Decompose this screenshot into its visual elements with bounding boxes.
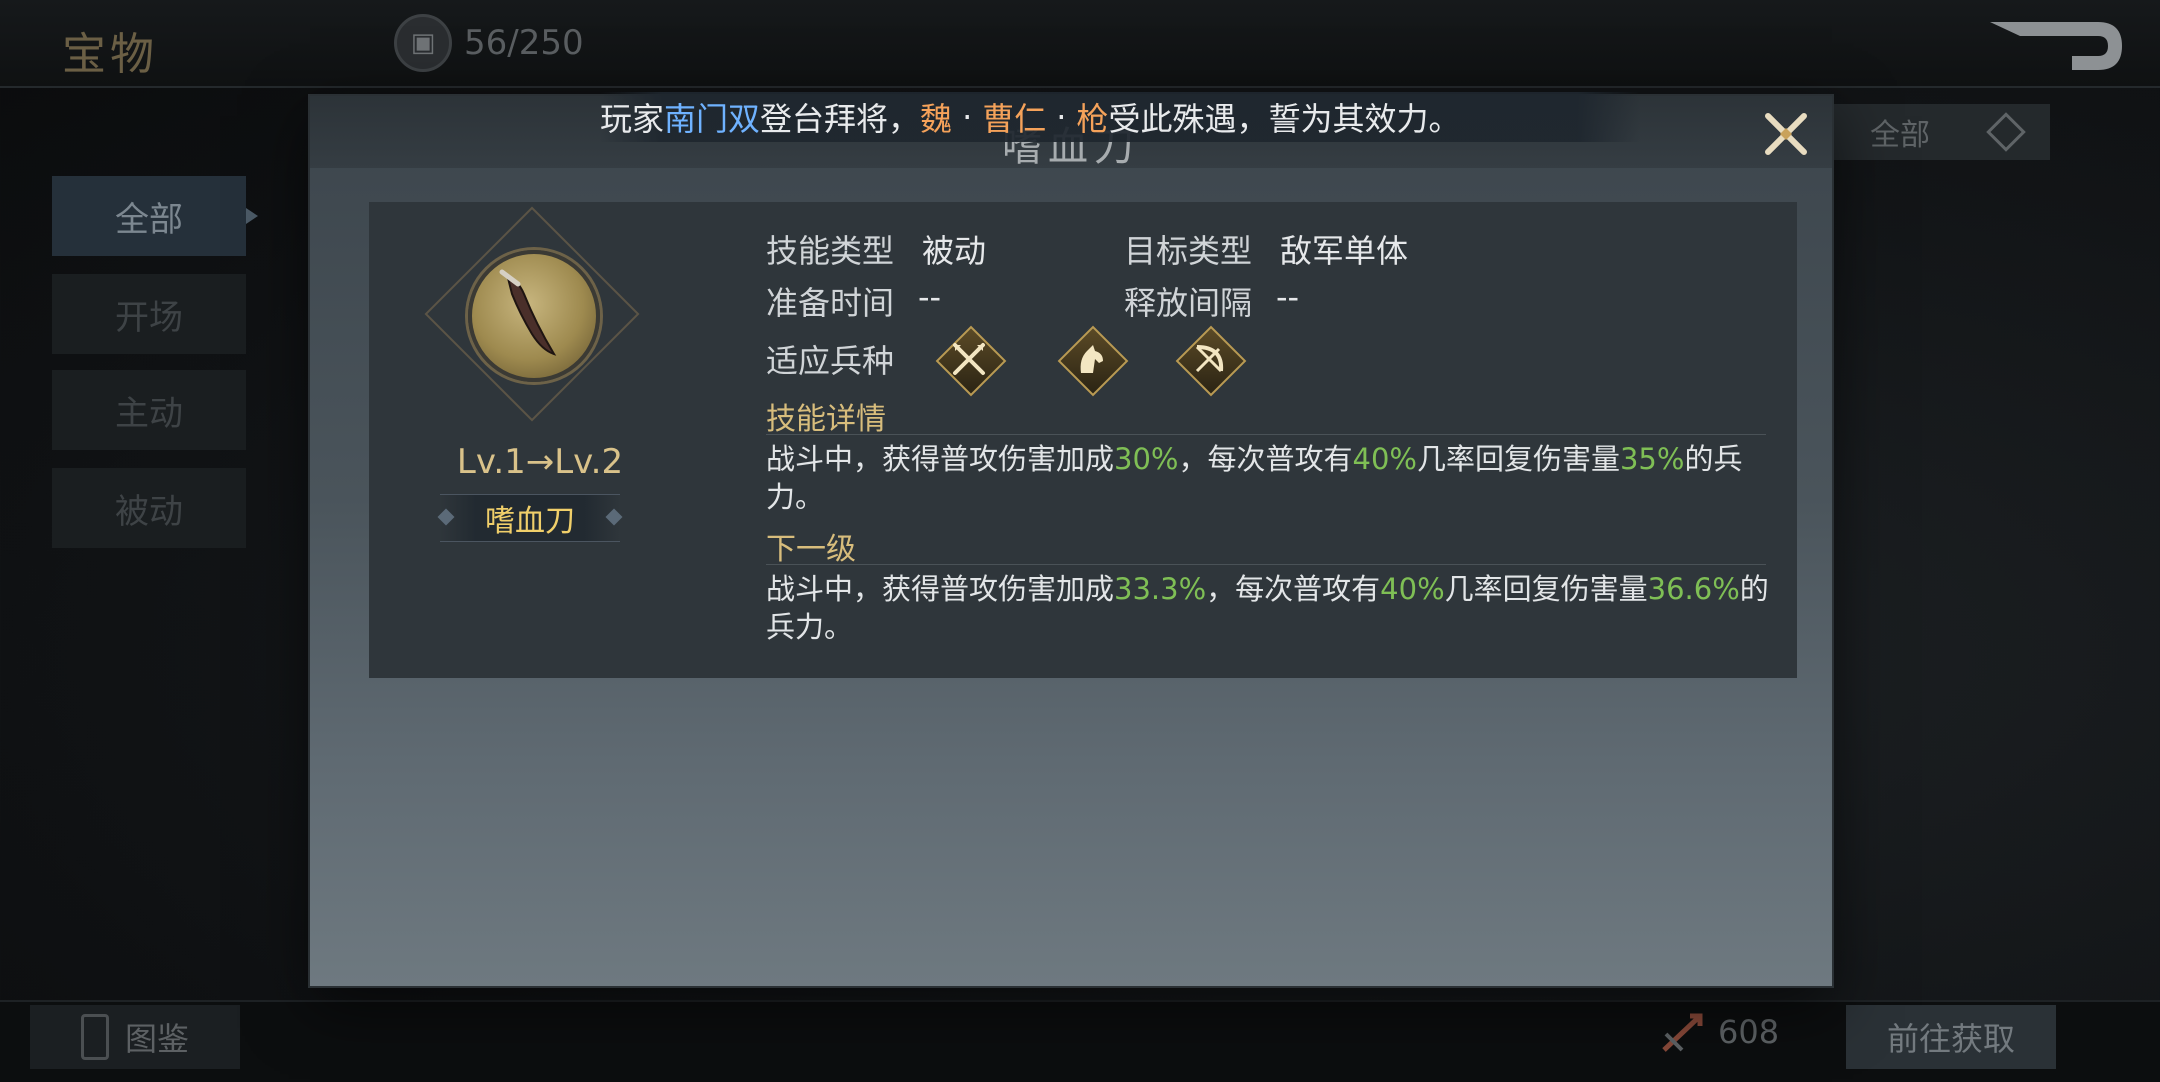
currency-display: 608 xyxy=(1660,1010,1779,1054)
top-bar: 宝物 ▣ 56/250 xyxy=(0,0,2160,88)
next-heal-value: 36.6% xyxy=(1647,572,1740,606)
close-button[interactable] xyxy=(1762,110,1810,158)
next-chance-value: 40% xyxy=(1380,572,1445,606)
item-name-badge: 嗜血刀 xyxy=(440,494,620,542)
page-title: 宝物 xyxy=(62,29,158,80)
bow-icon xyxy=(1175,325,1247,397)
next-level-title: 下一级 xyxy=(766,532,856,567)
target-type-label: 目标类型 xyxy=(1124,232,1253,270)
goto-obtain-button[interactable]: 前往获取 xyxy=(1846,1005,2056,1069)
target-type-value: 敌军单体 xyxy=(1280,232,1409,270)
heal-value: 35% xyxy=(1619,442,1685,476)
ticker-suffix: 受此殊遇，誓为其效力。 xyxy=(1108,100,1461,138)
item-portrait xyxy=(424,206,640,422)
filter-label: 全部 xyxy=(1870,118,1930,153)
troops-label: 适应兵种 xyxy=(766,342,895,380)
ticker-faction: 魏 xyxy=(920,100,953,138)
divider xyxy=(766,434,1766,435)
currency-amount: 608 xyxy=(1718,1013,1780,1051)
chance-value: 40% xyxy=(1352,442,1417,476)
ticker-general: 曹仁 xyxy=(982,100,1047,138)
treasure-chest-icon: ▣ xyxy=(394,14,452,72)
prep-time-value: -- xyxy=(918,278,942,316)
scroll-icon xyxy=(80,1014,109,1060)
codex-label: 图鉴 xyxy=(124,1020,189,1058)
bottom-bar xyxy=(0,1000,2160,1082)
level-progress: Lv.1→Lv.2 xyxy=(456,442,624,482)
back-arrow-icon xyxy=(1990,22,2122,70)
ticker-sep1: · xyxy=(962,98,973,136)
ticker-mid: 登台拜将， xyxy=(760,100,921,138)
skill-detail-text: 战斗中，获得普攻伤害加成30%，每次普攻有40%几率回复伤害量35%的兵力。 xyxy=(766,442,1743,514)
ticker-unit: 枪 xyxy=(1076,100,1109,138)
codex-button[interactable]: 图鉴 xyxy=(30,1005,240,1069)
arrow-currency-icon xyxy=(1660,1010,1708,1054)
ticker-sep2: · xyxy=(1056,98,1067,136)
blade-icon xyxy=(468,250,600,382)
prep-time-label: 准备时间 xyxy=(766,284,895,322)
dropdown-diamond-icon xyxy=(1986,112,2026,152)
ticker-player[interactable]: 南门双 xyxy=(664,94,760,140)
spear-icon xyxy=(935,325,1007,397)
skill-detail-title: 技能详情 xyxy=(766,402,886,437)
interval-label: 释放间隔 xyxy=(1124,284,1253,322)
interval-value: -- xyxy=(1276,278,1300,316)
skill-type-label: 技能类型 xyxy=(766,232,895,270)
next-bonus-value: 33.3% xyxy=(1114,572,1207,606)
skill-type-value: 被动 xyxy=(922,232,987,270)
tab-passive[interactable]: 被动 xyxy=(52,468,246,548)
item-name: 嗜血刀 xyxy=(485,504,575,539)
filter-dropdown[interactable]: 全部 xyxy=(1810,104,2050,160)
back-button[interactable] xyxy=(1980,16,2130,76)
tab-all[interactable]: 全部 xyxy=(52,176,258,256)
next-level-text: 战斗中，获得普攻伤害加成33.3%，每次普攻有40%几率回复伤害量36.6%的兵… xyxy=(766,572,1769,644)
close-icon xyxy=(1765,113,1807,155)
ticker-prefix: 玩家 xyxy=(600,100,665,138)
cavalry-horse-icon xyxy=(1057,325,1129,397)
tab-opening[interactable]: 开场 xyxy=(52,274,246,354)
capacity-value: 56/250 xyxy=(464,23,584,63)
tab-active[interactable]: 主动 xyxy=(52,370,246,450)
capacity-counter: ▣ 56/250 xyxy=(394,14,584,72)
divider xyxy=(766,564,1766,565)
broadcast-ticker: 玩家 南门双 登台拜将，魏 · 曹仁 · 枪受此殊遇，誓为其效力。 xyxy=(600,92,1640,142)
bonus-value: 30% xyxy=(1114,442,1179,476)
